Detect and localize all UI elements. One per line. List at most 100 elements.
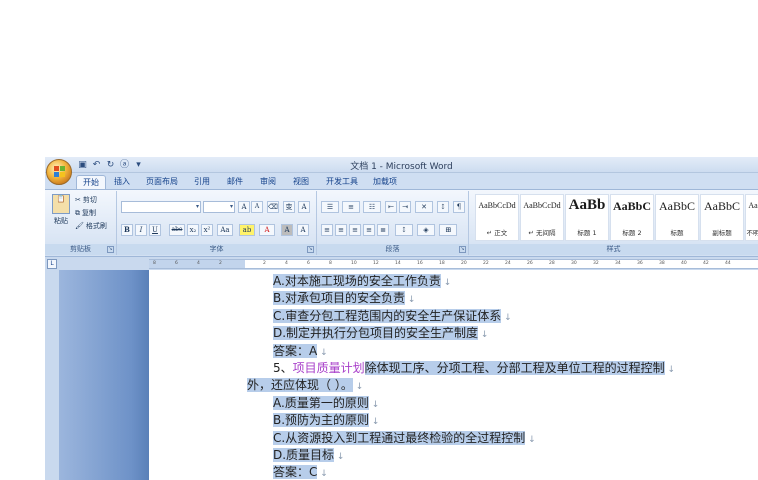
copy-button[interactable]: ⧉ 复制: [75, 208, 96, 218]
multilevel-list-icon[interactable]: ☷: [363, 201, 381, 213]
paste-button[interactable]: 📋 粘贴: [50, 194, 72, 226]
sort-icon[interactable]: ↕: [437, 201, 449, 213]
ruler-row: L 8 6 4 2 2 4 6 8 10 12 14 16 18 20 22 24 26 28 30 32 34 36 38…: [45, 257, 758, 270]
show-marks-icon[interactable]: ¶: [453, 201, 465, 213]
save-icon[interactable]: ▣: [77, 160, 88, 171]
tab-mailings[interactable]: 邮件: [222, 175, 248, 189]
style-name: 不明: [746, 229, 758, 237]
char-border-alt-icon[interactable]: A: [297, 224, 309, 236]
underline-button[interactable]: U: [149, 224, 161, 236]
selected-text: B.对承包项目的安全负责: [273, 291, 406, 306]
undo-icon[interactable]: ↶: [91, 160, 102, 171]
style-title[interactable]: AaBbC 标题: [655, 194, 699, 241]
paragraph-group: ☰ ≡ ☷ ⇤ ⇥ ✕ ↕ ¶ ≡ ≡ ≡ ≡ ≣ ↕ ◈ ⊞ 段落 ↘: [317, 191, 469, 255]
tab-home[interactable]: 开始: [76, 175, 106, 189]
tab-view[interactable]: 视图: [288, 175, 314, 189]
selected-text: D.质量目标: [273, 448, 335, 462]
font-size-input[interactable]: ▾: [203, 201, 235, 213]
paragraph-mark-icon: ↓: [317, 347, 328, 358]
clipboard-launcher-icon[interactable]: ↘: [107, 246, 114, 253]
borders-icon[interactable]: ⊞: [439, 224, 457, 236]
cut-button[interactable]: ✂ 剪切: [75, 195, 97, 205]
clear-format-icon[interactable]: ⌫: [267, 201, 279, 213]
char-shading-button[interactable]: A: [281, 224, 293, 236]
bold-button[interactable]: B: [121, 224, 133, 236]
strikethrough-button[interactable]: abe: [169, 224, 185, 236]
subscript-button[interactable]: x₂: [187, 224, 199, 236]
document-line: B.对承包项目的安全负责 ↓: [273, 290, 415, 307]
document-line: 5、项目质量计划除体现工序、分项工程、分部工程及单位工程的过程控制 ↓: [273, 360, 675, 377]
tab-insert[interactable]: 插入: [109, 175, 135, 189]
highlight-button[interactable]: ab: [239, 224, 255, 236]
distributed-icon[interactable]: ≣: [377, 224, 389, 236]
format-painter-button[interactable]: 🖌 格式刷: [75, 221, 107, 231]
tab-addins[interactable]: 加载项: [369, 175, 401, 189]
tab-review[interactable]: 审阅: [255, 175, 281, 189]
copy-icon: ⧉: [75, 209, 80, 217]
style-no-spacing[interactable]: AaBbCcDd ↵ 无间隔: [520, 194, 564, 241]
style-name: 标题 1: [577, 229, 597, 237]
chinese-layout-icon[interactable]: ✕: [415, 201, 433, 213]
vertical-ruler: [45, 270, 59, 480]
italic-button[interactable]: I: [135, 224, 147, 236]
line-spacing-icon[interactable]: ↕: [395, 224, 413, 236]
font-launcher-icon[interactable]: ↘: [307, 246, 314, 253]
style-sample: AaBbCcDd: [478, 201, 516, 210]
ruler-tick-label: 30: [571, 261, 577, 266]
paste-icon: 📋: [52, 194, 70, 214]
tab-references[interactable]: 引用: [189, 175, 215, 189]
style-subtle[interactable]: Aa 不明: [745, 194, 758, 241]
char-border-button[interactable]: A: [298, 201, 310, 213]
font-name-input[interactable]: ▾: [121, 201, 201, 213]
redo-icon[interactable]: ↻: [105, 160, 116, 171]
ruler-tick-label: 18: [439, 261, 445, 266]
superscript-button[interactable]: x²: [201, 224, 213, 236]
document-line: B.预防为主的原则 ↓: [273, 412, 379, 429]
grow-font-button[interactable]: A: [238, 201, 250, 213]
ruler-tick-label: 34: [615, 261, 621, 266]
tab-page-layout[interactable]: 页面布局: [141, 175, 183, 189]
ruler-tick-label: 4: [197, 261, 200, 266]
selected-text: A.对本施工现场的安全工作负责: [273, 274, 441, 288]
align-left-icon[interactable]: ≡: [321, 224, 333, 236]
selected-text: A.质量第一的原则: [273, 395, 369, 410]
font-color-button[interactable]: A: [259, 224, 275, 236]
document-line: A.质量第一的原则 ↓: [273, 395, 379, 412]
office-button[interactable]: [46, 159, 72, 185]
align-right-icon[interactable]: ≡: [349, 224, 361, 236]
horizontal-ruler[interactable]: 8 6 4 2 2 4 6 8 10 12 14 16 18 20 22 24 26 28 30 32 34 36 38 40…: [149, 259, 758, 269]
paragraph-mark-icon: ↓: [664, 365, 676, 375]
document-line: 外，还应体现（ ）。 ↓: [247, 377, 363, 394]
customize-dropdown-icon[interactable]: ▾: [133, 160, 144, 171]
tab-developer[interactable]: 开发工具: [321, 175, 363, 189]
style-subtitle[interactable]: AaBbC 副标题: [700, 194, 744, 241]
tab-selector-icon[interactable]: L: [47, 259, 57, 269]
numbering-icon[interactable]: ≡: [342, 201, 360, 213]
paragraph-launcher-icon[interactable]: ↘: [459, 246, 466, 253]
paste-label: 粘贴: [54, 217, 68, 225]
ruler-tick-label: 38: [659, 261, 665, 266]
increase-indent-icon[interactable]: ⇥: [399, 201, 411, 213]
change-case-button[interactable]: Aa: [217, 224, 233, 236]
format-painter-label: 格式刷: [85, 222, 107, 230]
style-heading-1[interactable]: AaBb 标题 1: [565, 194, 609, 241]
style-sample: Aa: [748, 201, 758, 210]
ruler-tick-label: 22: [483, 261, 489, 266]
clipboard-group: 📋 粘贴 ✂ 剪切 ⧉ 复制 🖌 格式刷 剪贴板 ↘: [45, 191, 117, 255]
bullets-icon[interactable]: ☰: [321, 201, 339, 213]
justify-icon[interactable]: ≡: [363, 224, 375, 236]
selected-text: C.从资源投入到工程通过最终检验的全过程控制: [273, 430, 526, 445]
style-normal[interactable]: AaBbCcDd ↵ 正文: [475, 194, 519, 241]
document-line: 答案：C ↓: [273, 464, 328, 480]
ruler-tick-label: 2: [263, 261, 266, 266]
clipboard-group-label: 剪贴板: [45, 244, 116, 255]
align-center-icon[interactable]: ≡: [335, 224, 347, 236]
ruler-tick-label: 6: [175, 261, 178, 266]
style-heading-2[interactable]: AaBbC 标题 2: [610, 194, 654, 241]
shrink-font-button[interactable]: A: [251, 201, 263, 213]
format-icon[interactable]: ⓐ: [119, 160, 130, 171]
decrease-indent-icon[interactable]: ⇤: [385, 201, 397, 213]
phonetic-guide-button[interactable]: 变: [283, 201, 295, 213]
document-page[interactable]: A.对本施工现场的安全工作负责 ↓ B.对承包项目的安全负责 ↓ C.审查分包工程范…: [149, 270, 758, 480]
shading-icon[interactable]: ◈: [417, 224, 435, 236]
